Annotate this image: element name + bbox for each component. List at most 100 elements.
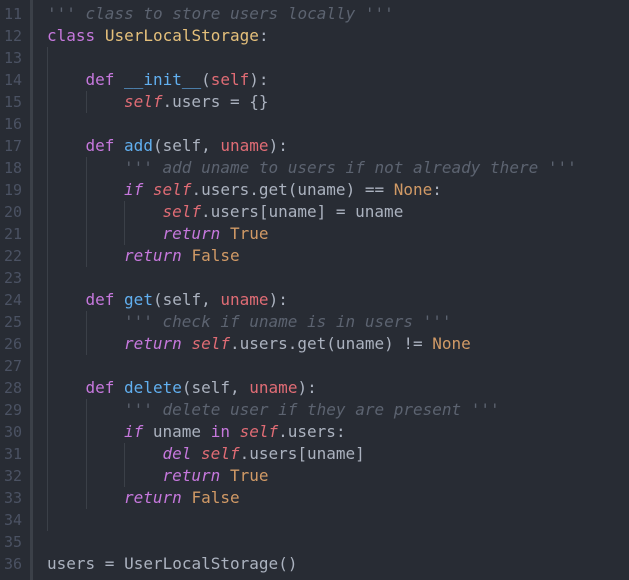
- code-token: return: [124, 488, 182, 507]
- line-number: 15: [3, 93, 22, 111]
- code-line[interactable]: 35: [0, 531, 629, 553]
- line-number: 11: [3, 5, 22, 23]
- code-token: return: [162, 466, 221, 485]
- indent-guide: [85, 399, 87, 509]
- code-text: def __init__(self):: [86, 69, 269, 91]
- indent-guide: [124, 443, 125, 487]
- code-text: if self.users.get(uname) == None:: [124, 179, 442, 201]
- code-token: False: [191, 246, 240, 265]
- code-text: if uname in self.users:: [124, 421, 346, 443]
- line-number: 33: [3, 489, 22, 507]
- line-number: 34: [3, 511, 22, 529]
- code-token: (self,: [181, 378, 250, 397]
- line-number: 16: [3, 115, 22, 133]
- code-token: self: [162, 202, 202, 221]
- code-editor[interactable]: 11 ''' class to store users locally ''' 12…: [0, 0, 629, 580]
- code-text: ''' add uname to users if not already th…: [124, 157, 577, 179]
- code-line[interactable]: 27: [0, 355, 629, 377]
- code-token: .users:: [278, 422, 346, 441]
- indent-guide: [85, 91, 87, 113]
- code-line[interactable]: 23: [0, 267, 629, 289]
- line-number: 22: [3, 247, 22, 265]
- code-token: self: [201, 444, 240, 463]
- code-token: def: [85, 70, 115, 89]
- code-line[interactable]: 30 if uname in self.users:: [0, 421, 629, 443]
- line-number: 27: [3, 357, 22, 375]
- line-number: 12: [3, 27, 22, 45]
- line-number: 29: [3, 401, 22, 419]
- code-token: :: [258, 26, 269, 45]
- code-line[interactable]: 25 ''' check if uname is in users ''': [0, 311, 629, 333]
- code-line[interactable]: 13: [0, 47, 629, 69]
- code-token: (self,: [152, 136, 221, 155]
- code-token: return: [124, 246, 182, 265]
- code-token: ''' add uname to users if not already th…: [124, 158, 577, 177]
- code-token: delete: [124, 378, 182, 397]
- code-text: self.users = {}: [124, 91, 269, 113]
- code-text: del self.users[uname]: [163, 443, 365, 465]
- code-token: return: [124, 334, 182, 353]
- code-token: self: [124, 92, 163, 111]
- code-token: uname: [249, 378, 298, 397]
- code-text: ''' check if uname is in users ''': [124, 311, 452, 333]
- code-text: def delete(self, uname):: [86, 377, 317, 399]
- code-line[interactable]: 34: [0, 509, 629, 531]
- indent-guide: [85, 157, 87, 267]
- code-token: get: [124, 290, 153, 309]
- code-token: ''' check if uname is in users ''': [124, 312, 452, 331]
- code-token: in: [210, 422, 230, 441]
- indent-guide: [124, 201, 125, 245]
- code-line[interactable]: 11 ''' class to store users locally ''': [0, 3, 629, 25]
- code-line[interactable]: 24 def get(self, uname):: [0, 289, 629, 311]
- line-number: 31: [3, 445, 22, 463]
- code-line[interactable]: 12 class UserLocalStorage:: [0, 25, 629, 47]
- code-token: True: [229, 466, 269, 485]
- code-line[interactable]: 14 def __init__(self):: [0, 69, 629, 91]
- code-text: def add(self, uname):: [86, 135, 288, 157]
- code-token: False: [191, 488, 240, 507]
- code-line[interactable]: 15 self.users = {}: [0, 91, 629, 113]
- code-line[interactable]: 22 return False: [0, 245, 629, 267]
- code-token: del: [162, 444, 192, 463]
- code-line[interactable]: 19 if self.users.get(uname) == None:: [0, 179, 629, 201]
- code-line[interactable]: 18 ''' add uname to users if not already …: [0, 157, 629, 179]
- line-number: 28: [3, 379, 22, 397]
- code-line[interactable]: 36 users = UserLocalStorage(): [0, 553, 629, 575]
- code-token: self: [239, 422, 279, 441]
- code-token: add: [124, 136, 153, 155]
- code-token: ):: [249, 70, 269, 89]
- line-number: 32: [3, 467, 22, 485]
- code-text: return False: [124, 487, 240, 509]
- code-token: def: [85, 378, 115, 397]
- code-line[interactable]: 33 return False: [0, 487, 629, 509]
- code-text: ''' delete user if they are present ''': [124, 399, 500, 421]
- code-token: uname: [220, 136, 269, 155]
- code-line[interactable]: 29 ''' delete user if they are present ''…: [0, 399, 629, 421]
- line-number: 30: [3, 423, 22, 441]
- code-token: uname: [220, 290, 269, 309]
- code-line[interactable]: 26 return self.users.get(uname) != None: [0, 333, 629, 355]
- code-line[interactable]: 31 del self.users[uname]: [0, 443, 629, 465]
- code-token: ''' class to store users locally ''': [47, 4, 394, 23]
- code-text: self.users[uname] = uname: [163, 201, 404, 223]
- code-line[interactable]: 21 return True: [0, 223, 629, 245]
- code-line[interactable]: 16: [0, 113, 629, 135]
- code-token: .users.get(uname) !=: [229, 334, 433, 353]
- code-line[interactable]: 28 def delete(self, uname):: [0, 377, 629, 399]
- line-number: 19: [3, 181, 22, 199]
- code-token: ):: [268, 136, 288, 155]
- code-token: None: [432, 334, 471, 353]
- line-number: 21: [3, 225, 22, 243]
- code-text: def get(self, uname):: [86, 289, 288, 311]
- code-line[interactable]: 20 self.users[uname] = uname: [0, 201, 629, 223]
- code-line[interactable]: 32 return True: [0, 465, 629, 487]
- code-line[interactable]: 17 def add(self, uname):: [0, 135, 629, 157]
- code-token: self: [152, 180, 192, 199]
